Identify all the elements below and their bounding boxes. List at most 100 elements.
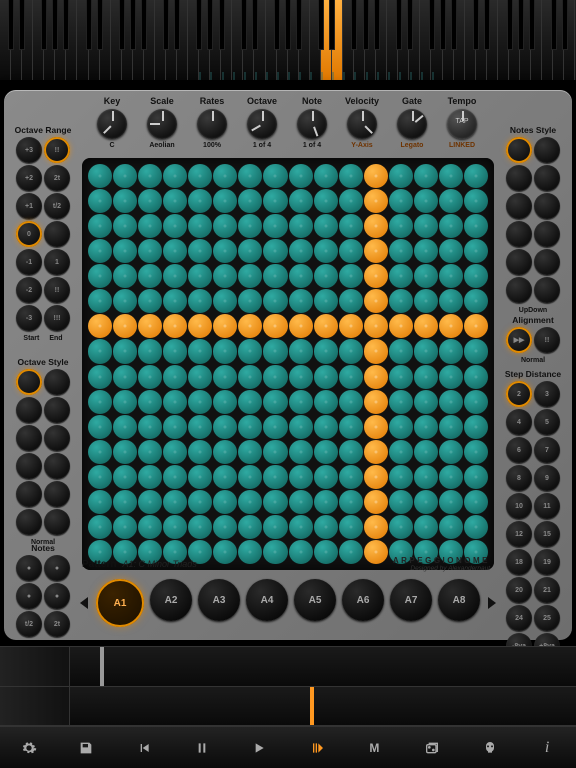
grid-cell[interactable] — [289, 515, 313, 539]
grid-cell[interactable] — [364, 365, 388, 389]
option-dot[interactable] — [16, 509, 42, 535]
grid-cell[interactable] — [464, 189, 488, 213]
grid-cell[interactable] — [138, 314, 162, 338]
grid-cell[interactable] — [339, 214, 363, 238]
pattern-slot-a7[interactable]: A7 — [390, 579, 432, 621]
grid-cell[interactable] — [163, 415, 187, 439]
grid-cell[interactable] — [88, 465, 112, 489]
grid-cell[interactable] — [439, 164, 463, 188]
grid-cell[interactable] — [163, 289, 187, 313]
grid-cell[interactable] — [163, 490, 187, 514]
ribbon-1-handle[interactable] — [0, 647, 70, 686]
grid-cell[interactable] — [339, 339, 363, 363]
option-dot[interactable]: 7 — [534, 437, 560, 463]
grid-cell[interactable] — [88, 390, 112, 414]
option-dot[interactable] — [16, 453, 42, 479]
settings-icon[interactable] — [15, 734, 43, 762]
grid-cell[interactable] — [138, 239, 162, 263]
grid-cell[interactable] — [88, 289, 112, 313]
option-dot[interactable] — [44, 369, 70, 395]
grid-cell[interactable] — [289, 164, 313, 188]
grid-cell[interactable] — [263, 390, 287, 414]
grid-cell[interactable] — [289, 289, 313, 313]
option-dot[interactable] — [534, 165, 560, 191]
option-dot[interactable] — [506, 249, 532, 275]
grid-cell[interactable] — [88, 515, 112, 539]
grid-cell[interactable] — [238, 314, 262, 338]
grid-cell[interactable] — [414, 189, 438, 213]
grid-cell[interactable] — [238, 239, 262, 263]
piano-white-key[interactable] — [443, 0, 454, 80]
grid-cell[interactable] — [138, 365, 162, 389]
grid-cell[interactable] — [213, 365, 237, 389]
piano-white-key[interactable] — [155, 0, 166, 80]
option-dot[interactable]: 9 — [534, 465, 560, 491]
grid-cell[interactable] — [188, 490, 212, 514]
grid-cell[interactable] — [188, 515, 212, 539]
grid-cell[interactable] — [439, 515, 463, 539]
pattern-slot-a4[interactable]: A4 — [246, 579, 288, 621]
pattern-grid[interactable] — [82, 158, 494, 570]
grid-cell[interactable] — [439, 289, 463, 313]
grid-cell[interactable] — [138, 264, 162, 288]
grid-cell[interactable] — [163, 189, 187, 213]
grid-cell[interactable] — [88, 339, 112, 363]
grid-cell[interactable] — [88, 365, 112, 389]
piano-white-key[interactable] — [44, 0, 55, 80]
piano-white-key[interactable] — [277, 0, 288, 80]
grid-cell[interactable] — [364, 440, 388, 464]
piano-white-key[interactable] — [454, 0, 465, 80]
piano-white-key[interactable] — [409, 0, 420, 80]
grid-cell[interactable] — [188, 189, 212, 213]
ribbon-2-handle[interactable] — [0, 687, 70, 726]
grid-cell[interactable] — [163, 314, 187, 338]
grid-cell[interactable] — [314, 515, 338, 539]
grid-cell[interactable] — [138, 390, 162, 414]
option-dot[interactable]: 2t — [44, 611, 70, 637]
grid-cell[interactable] — [113, 515, 137, 539]
grid-cell[interactable] — [188, 440, 212, 464]
grid-cell[interactable] — [188, 314, 212, 338]
knob-dial[interactable] — [147, 109, 177, 139]
option-dot[interactable]: +3 — [16, 137, 42, 163]
grid-cell[interactable] — [314, 289, 338, 313]
grid-cell[interactable] — [113, 189, 137, 213]
option-dot[interactable]: -3 — [16, 305, 42, 331]
grid-cell[interactable] — [439, 440, 463, 464]
piano-white-key[interactable] — [476, 0, 487, 80]
option-dot[interactable]: 11 — [534, 493, 560, 519]
grid-cell[interactable] — [339, 164, 363, 188]
grid-cell[interactable] — [364, 415, 388, 439]
piano-white-key[interactable] — [520, 0, 531, 80]
grid-cell[interactable] — [289, 390, 313, 414]
pattern-prev-icon[interactable] — [80, 597, 88, 609]
grid-cell[interactable] — [464, 264, 488, 288]
grid-cell[interactable] — [314, 365, 338, 389]
grid-cell[interactable] — [339, 264, 363, 288]
option-dot[interactable] — [44, 481, 70, 507]
grid-cell[interactable] — [439, 465, 463, 489]
pattern-next-icon[interactable] — [488, 597, 496, 609]
grid-cell[interactable] — [88, 214, 112, 238]
grid-cell[interactable] — [364, 515, 388, 539]
grid-cell[interactable] — [188, 465, 212, 489]
grid-cell[interactable] — [414, 515, 438, 539]
grid-cell[interactable] — [238, 515, 262, 539]
option-dot[interactable] — [534, 277, 560, 303]
option-dot[interactable]: 15 — [534, 521, 560, 547]
pattern-slot-a1[interactable]: A1 — [96, 579, 144, 627]
grid-cell[interactable] — [314, 440, 338, 464]
option-dot[interactable]: 2t — [44, 165, 70, 191]
piano-white-key[interactable] — [266, 0, 277, 80]
option-dot[interactable]: 10 — [506, 493, 532, 519]
grid-cell[interactable] — [389, 515, 413, 539]
grid-cell[interactable] — [263, 214, 287, 238]
grid-cell[interactable] — [364, 264, 388, 288]
knob-dial[interactable] — [297, 109, 327, 139]
grid-cell[interactable] — [339, 189, 363, 213]
option-dot[interactable]: 19 — [534, 549, 560, 575]
piano-white-key[interactable] — [254, 0, 265, 80]
piano-white-key[interactable] — [398, 0, 409, 80]
grid-cell[interactable] — [464, 214, 488, 238]
grid-cell[interactable] — [289, 490, 313, 514]
